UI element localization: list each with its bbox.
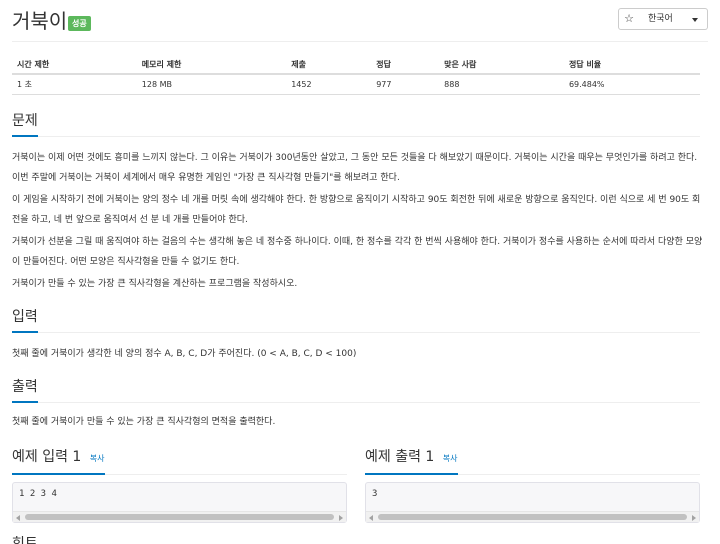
sample-output-box: 3 (365, 482, 700, 523)
description-section-header: 문제 (12, 110, 700, 137)
scroll-left-icon[interactable] (369, 515, 373, 521)
star-button[interactable]: ☆ (618, 8, 640, 30)
section-title-input: 입력 (12, 307, 38, 333)
table-header-cell: 제출 (286, 55, 372, 75)
table-header-cell: 정답 비율 (563, 55, 700, 75)
problem-title: 거북이 (12, 9, 68, 33)
section-title-hint: 힌트 (12, 536, 38, 544)
sample-input-code: 1 2 3 4 (19, 489, 57, 499)
sample-output-title: 예제 출력 1 (365, 449, 435, 465)
sample-input-title: 예제 입력 1 (12, 449, 82, 465)
section-divider (12, 136, 700, 137)
solved-users-count: 888 (439, 74, 564, 95)
sample-input-header: 예제 입력 1 복사 (12, 446, 347, 475)
description-paragraph: 거북이가 선분을 그릴 때 움직여야 하는 걸음의 수는 생각해 놓은 네 정수… (12, 237, 703, 267)
accept-ratio: 69.484% (563, 74, 700, 95)
accepted-count: 977 (371, 74, 440, 95)
copy-sample-output-link[interactable]: 복사 (443, 454, 458, 463)
time-limit-value: 1 초 (12, 74, 137, 95)
status-badge: 성공 (68, 16, 91, 31)
horizontal-scrollbar[interactable] (13, 511, 346, 522)
header-divider (12, 41, 708, 42)
scroll-right-icon[interactable] (692, 515, 696, 521)
table-header-row: 시간 제한 메모리 제한 제출 정답 맞은 사람 정답 비율 (12, 55, 700, 75)
horizontal-scrollbar[interactable] (366, 511, 699, 522)
scrollbar-thumb[interactable] (25, 514, 334, 520)
sample-input-box: 1 2 3 4 (12, 482, 347, 523)
description-paragraph: 이 게임을 시작하기 전에 거북이는 양의 정수 네 개를 머릿 속에 생각해야… (12, 195, 701, 225)
scrollbar-thumb[interactable] (378, 514, 687, 520)
star-icon: ☆ (624, 12, 634, 25)
output-section-header: 출력 (12, 376, 700, 403)
sample-output-code: 3 (372, 489, 378, 499)
table-header-cell: 정답 (371, 55, 440, 75)
problem-header: 거북이 성공 ☆ 한국어 (12, 8, 708, 38)
scroll-right-icon[interactable] (339, 515, 343, 521)
sample-output-header: 예제 출력 1 복사 (365, 446, 700, 475)
section-title-output: 출력 (12, 377, 38, 403)
table-header-cell: 메모리 제한 (136, 55, 287, 75)
output-description: 첫째 줄에 거북이가 만들 수 있는 가장 큰 직사각형의 면적을 출력한다. (12, 417, 276, 427)
table-header-cell: 맞은 사람 (439, 55, 564, 75)
chevron-down-icon (692, 18, 698, 22)
language-dropdown[interactable]: 한국어 (639, 8, 708, 30)
scroll-left-icon[interactable] (16, 515, 20, 521)
description-paragraph: 거북이는 이제 어떤 것에도 흥미를 느끼지 않는다. 그 이유는 거북이가 3… (12, 153, 698, 183)
input-section-header: 입력 (12, 306, 700, 333)
submission-count: 1452 (286, 74, 372, 95)
table-row: 1 초 128 MB 1452 977 888 69.484% (12, 74, 700, 95)
copy-sample-input-link[interactable]: 복사 (90, 454, 105, 463)
table-header-cell: 시간 제한 (12, 55, 137, 75)
language-label: 한국어 (648, 14, 673, 24)
description-paragraph: 거북이가 만들 수 있는 가장 큰 직사각형을 계산하는 프로그램을 작성하시오… (12, 279, 298, 289)
input-description: 첫째 줄에 거북이가 생각한 네 양의 정수 A, B, C, D가 주어진다.… (12, 349, 357, 359)
problem-info-table: 시간 제한 메모리 제한 제출 정답 맞은 사람 정답 비율 1 초 128 M… (12, 55, 700, 95)
section-divider (12, 332, 700, 333)
section-divider (12, 402, 700, 403)
memory-limit-value: 128 MB (136, 74, 287, 95)
section-title-description: 문제 (12, 111, 38, 137)
